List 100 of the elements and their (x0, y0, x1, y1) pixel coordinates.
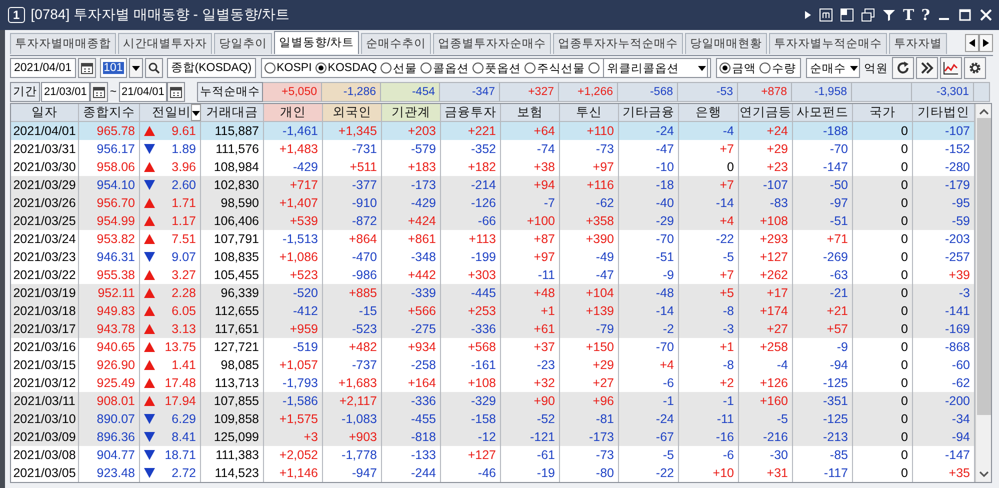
tab[interactable]: 시간대별투자자 (118, 33, 212, 54)
calendar-button[interactable] (90, 82, 108, 102)
radio-label: KOSDAQ (328, 62, 377, 74)
table-row[interactable]: 2021/03/18 949.83 6.05 112,655 -412 -15 +566 +253 +1 +139 -14 -8 +174 +21 0 -141 (11, 302, 975, 320)
table-row[interactable]: 2021/03/29 954.10 2.60 102,830 +717 -377 -173 -214 +94 +116 -18 +7 -107 -50 0 -179 (11, 176, 975, 194)
column-header[interactable]: 외국인 (323, 104, 382, 122)
radio-label: 금액 (732, 62, 756, 76)
table-row[interactable]: 2021/03/19 952.11 2.28 96,339 -520 +885 -339 -445 +48 +104 -48 +5 +17 -21 0 -3 (11, 284, 975, 302)
window-icon[interactable] (840, 8, 854, 22)
column-header[interactable]: 개인 (264, 104, 323, 122)
radio-button[interactable] (380, 62, 392, 74)
start-date-field[interactable]: 21/03/01 (41, 82, 90, 102)
table-row[interactable]: 2021/03/23 946.31 9.07 108,835 +1,086 -470 -348 -199 +97 -49 -51 -5 +127 -269 0 -257 (11, 248, 975, 266)
total-cell: -568 (618, 82, 678, 102)
radio-button[interactable] (264, 62, 276, 74)
tab[interactable]: 일별동향/차트 (274, 31, 360, 54)
filter-icon[interactable] (882, 8, 896, 22)
calendar-icon (169, 85, 184, 99)
calendar-button[interactable] (167, 82, 186, 102)
refresh-icon (896, 61, 910, 75)
radio-button[interactable] (472, 62, 484, 74)
table-row[interactable]: 2021/03/15 926.90 1.41 98,085 +1,057 -737 -258 -161 -23 +29 +4 -8 -4 -94 0 -60 (11, 356, 975, 374)
maximize-icon[interactable] (958, 8, 972, 22)
table-cell: -80 (560, 464, 619, 482)
column-header[interactable]: 연기금등 (739, 104, 793, 122)
radio-label: 주식선물 (537, 62, 585, 76)
calendar-button[interactable] (78, 58, 96, 78)
tab[interactable]: 당일추이 (214, 33, 272, 54)
total-cell: +5,050 (263, 82, 322, 102)
search-icon (148, 62, 160, 74)
code-field[interactable]: 101 (100, 58, 127, 78)
radio-button[interactable] (420, 62, 432, 74)
table-row[interactable]: 2021/03/26 956.70 1.71 98,590 +1,407 -910 -429 -126 -7 -62 -40 -14 -83 -97 0 -95 (11, 194, 975, 212)
column-header[interactable]: 금융투자 (441, 104, 501, 122)
radio-button[interactable] (314, 62, 327, 74)
tab[interactable]: 투자자별매매종합 (10, 33, 116, 54)
radio-button[interactable] (759, 62, 771, 74)
table-row[interactable]: 2021/03/25 954.99 1.17 106,406 +539 -872 +424 -66 +100 +358 -29 +4 +108 -51 0 -59 (11, 212, 975, 230)
column-header[interactable]: 은행 (679, 104, 739, 122)
table-row[interactable]: 2021/04/01 965.78 9.61 115,887 -1,461 +1,345 +203 +221 +64 +110 -24 -4 +24 -188 0 -107 (11, 122, 975, 140)
date-field[interactable]: 2021/04/01 (10, 58, 76, 78)
column-header[interactable]: 기타금융 (619, 104, 679, 122)
tab[interactable]: 당일매매현황 (685, 33, 768, 54)
column-header[interactable]: 사모펀드 (793, 104, 853, 122)
date-separator: ~ (108, 85, 118, 100)
table-cell: +31 (739, 464, 793, 482)
table-cell-text: 1.41 (172, 357, 196, 374)
table-row[interactable]: 2021/03/08 904.77 18.71 111,383 +2,052 -1,778 -133 +127 -61 -73 -5 -6 -30 -85 0 -147 (11, 446, 975, 464)
radio-button[interactable] (588, 62, 600, 74)
table-cell: 2021/03/05 (11, 464, 79, 482)
scroll-right-button[interactable] (979, 34, 993, 52)
tab[interactable]: 투자자별 (889, 33, 948, 54)
calendar-icon (92, 85, 106, 99)
column-header[interactable]: 기관계 (382, 104, 441, 122)
column-header[interactable]: 종합지수 (79, 104, 140, 122)
end-date-field[interactable]: 21/04/01 (118, 82, 168, 102)
table-row[interactable]: 2021/03/10 890.07 6.29 109,858 +1,575 -1,083 -455 -158 -52 -81 -24 -11 -5 -125 0 -34 (11, 410, 975, 428)
mode-dropdown[interactable]: 순매수 (806, 58, 860, 78)
next-button[interactable] (916, 57, 938, 79)
table-row[interactable]: 2021/03/30 958.06 3.96 108,984 -429 +511 +183 +182 +38 +97 -10 0 +23 -147 0 -280 (11, 158, 975, 176)
tab[interactable]: 업종별투자자순매수 (433, 33, 552, 54)
column-header[interactable]: 거래대금 (201, 104, 264, 122)
column-header[interactable]: 일자 (11, 104, 79, 122)
settings-button[interactable] (964, 57, 986, 79)
scroll-left-button[interactable] (965, 34, 979, 52)
column-menu-button[interactable] (191, 104, 201, 121)
table-row[interactable]: 2021/03/12 925.49 17.48 113,713 -1,793 +1,683 +164 +108 +32 +27 -6 +2 +126 -125 0 -62 (11, 374, 975, 392)
table-row[interactable]: 2021/03/05 923.48 2.72 114,523 +1,146 -947 -244 -46 -19 -80 -22 +10 +31 -117 0 +35 (11, 464, 975, 482)
close-icon[interactable] (979, 8, 993, 22)
chart-button[interactable] (940, 57, 962, 79)
column-header[interactable]: 투신 (560, 104, 619, 122)
table-cell-text: 1.17 (172, 213, 196, 230)
refresh-button[interactable] (892, 57, 914, 79)
table-row[interactable]: 2021/03/11 908.01 17.94 107,855 -1,586 +2,117 -336 -329 +90 +96 -1 -1 +160 -351 0 -200 (11, 392, 975, 410)
table-cell: +10 (679, 464, 739, 482)
tab[interactable]: 투자자별누적순매수 (769, 33, 888, 54)
option-dropdown[interactable]: 위클리콜옵션 (603, 58, 708, 78)
radio-button[interactable] (719, 62, 731, 74)
table-row[interactable]: 2021/03/22 955.38 3.27 105,455 +523 -986 +442 +303 -11 -47 -9 +7 +262 -63 0 +39 (11, 266, 975, 284)
column-header[interactable]: 보험 (501, 104, 560, 122)
table-row[interactable]: 2021/03/16 940.65 13.75 127,721 -519 +482 +934 +568 +37 +150 -70 +1 +258 -9 0 -868 (11, 338, 975, 356)
table-row[interactable]: 2021/03/24 953.82 7.51 107,791 -1,513 +864 +861 +113 +87 +390 -70 -22 +293 +71 0 -203 (11, 230, 975, 248)
tab[interactable]: 순매수추이 (361, 33, 432, 54)
scrollbar[interactable] (975, 104, 991, 482)
right-arrow-icon (983, 39, 989, 47)
play-icon[interactable] (804, 9, 812, 21)
column-header[interactable]: 전일비 (140, 104, 201, 122)
column-header[interactable]: 기타법인 (913, 104, 975, 122)
search-button[interactable] (144, 58, 163, 78)
table-row[interactable]: 2021/03/31 956.17 1.89 111,576 +1,483 -731 -579 -352 -74 -73 -47 +7 +29 -70 0 -152 (11, 140, 975, 158)
toolbar-button[interactable]: T (903, 6, 914, 24)
column-header[interactable]: 국가 (853, 104, 913, 122)
radio-button[interactable] (524, 62, 536, 74)
tab[interactable]: 업종투자자누적순매수 (553, 33, 684, 54)
panel-icon[interactable] (819, 8, 834, 22)
table-row[interactable]: 2021/03/09 896.36 8.41 125,099 +3 +903 -818 -12 -121 -173 -67 -16 -216 -213 0 -94 (11, 428, 975, 446)
copy-icon[interactable] (861, 8, 876, 22)
toolbar-button[interactable]: ? (921, 6, 930, 24)
table-row[interactable]: 2021/03/17 943.78 3.13 117,651 +959 -523 -275 -336 +61 -79 -2 -3 +27 +57 0 -169 (11, 320, 975, 338)
dropdown-button[interactable] (128, 58, 143, 78)
